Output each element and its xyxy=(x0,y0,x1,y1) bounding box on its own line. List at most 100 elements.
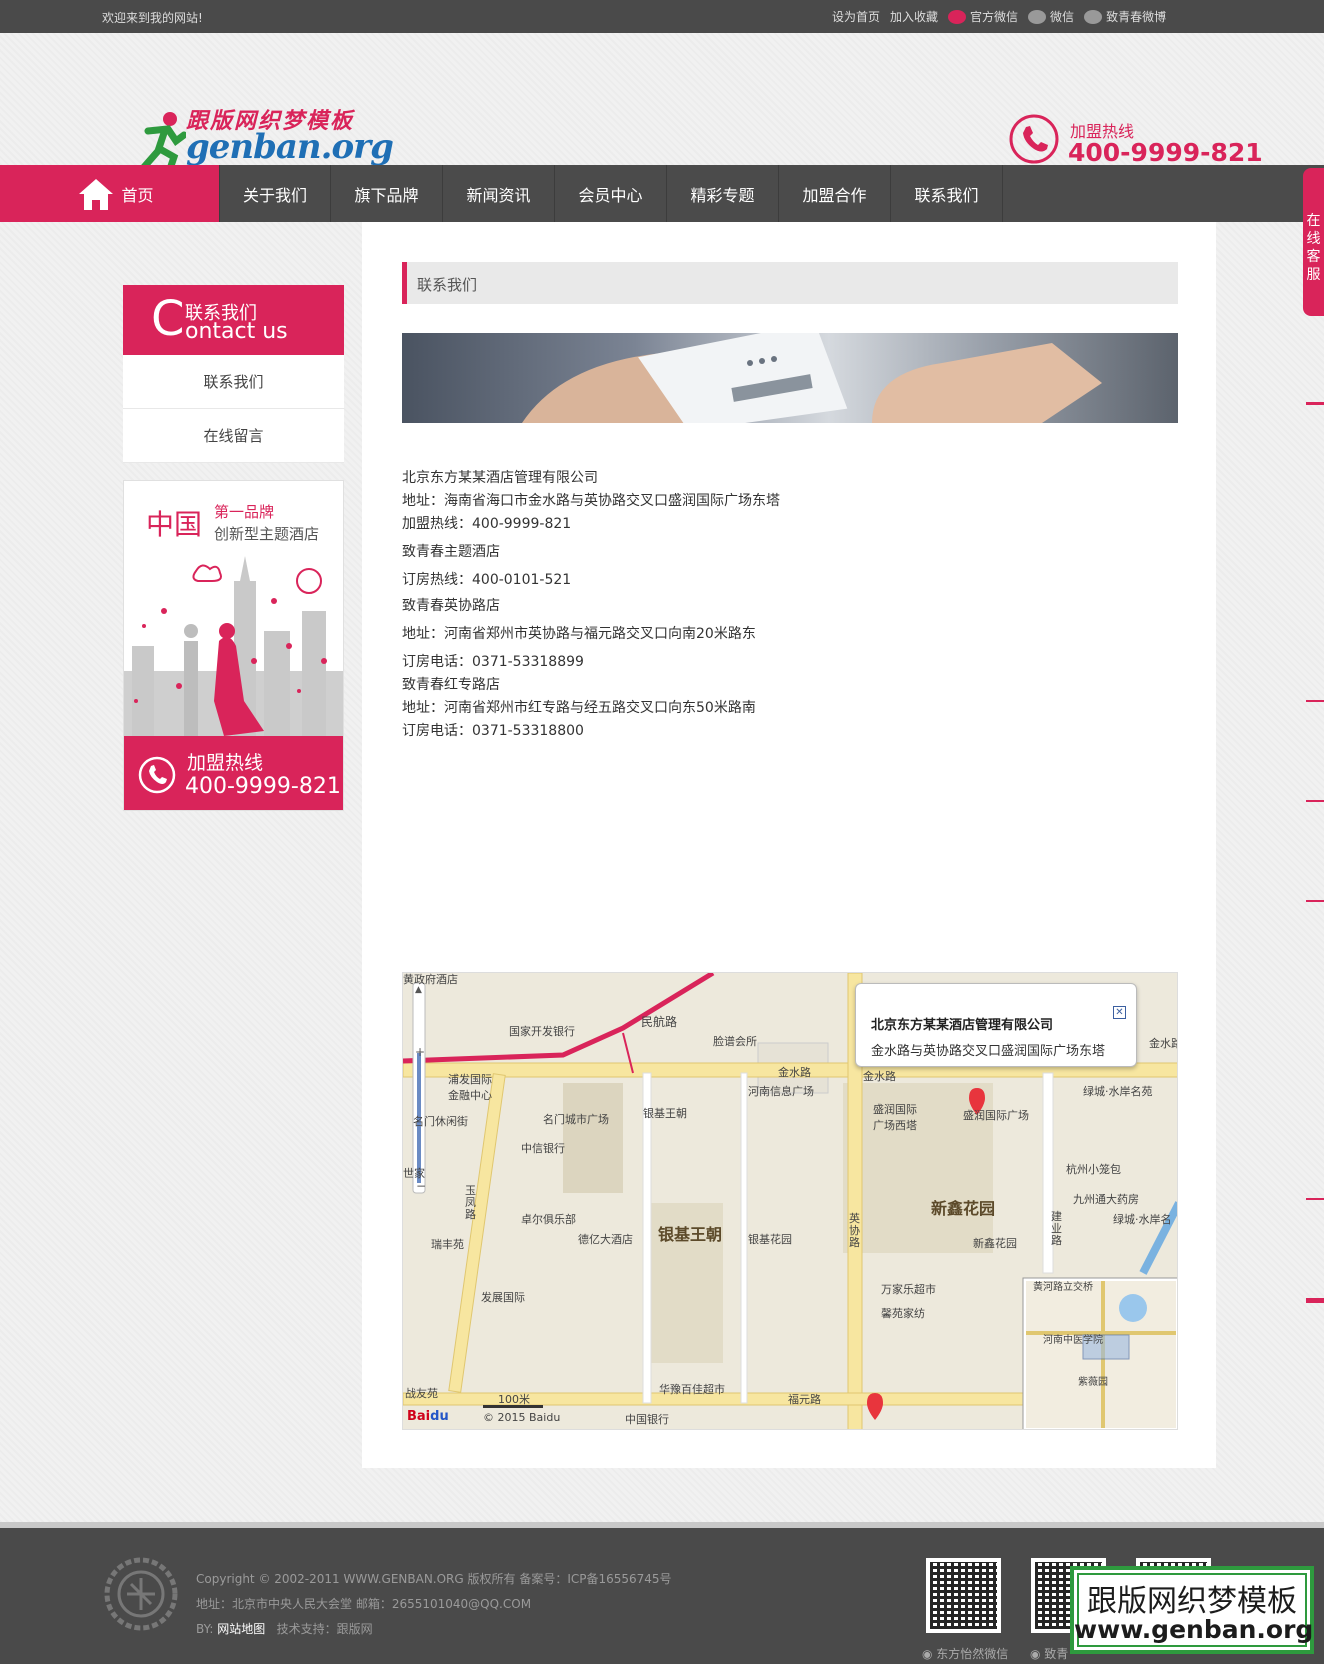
info-line: 致青春红专路店 xyxy=(402,677,500,693)
qr2-label-text: 致青 xyxy=(1044,1647,1069,1661)
map-label: 金水路 xyxy=(863,1070,896,1083)
map-label: 名门休闲街 xyxy=(413,1115,468,1128)
map-label: 银基花园 xyxy=(748,1233,792,1246)
map-label: 金水路 xyxy=(778,1066,811,1079)
sidebar: C 联系我们 ontact us 联系我们 在线留言 xyxy=(123,285,344,463)
sitemap-link[interactable]: 网站地图 xyxy=(217,1622,265,1636)
nav-item-brands[interactable]: 旗下品牌 xyxy=(331,165,443,222)
map-copyright: © 2015 Baidu xyxy=(483,1411,561,1424)
sidebar-heading-letter: C xyxy=(151,291,185,347)
logo-english-text: genban.org xyxy=(186,127,394,167)
nav-item-topics[interactable]: 精彩专题 xyxy=(667,165,779,222)
weibo-link[interactable]: 致青春微博 xyxy=(1084,8,1166,25)
footer-links: BY: 网站地图 技术支持：跟版网 xyxy=(196,1620,373,1637)
map-label: 名门城市广场 xyxy=(543,1113,609,1126)
map-label: 河南中医学院 xyxy=(1043,1335,1103,1346)
weibo-icon xyxy=(1084,9,1103,24)
online-service-label: 在线客服 xyxy=(1306,213,1321,283)
info-line: 地址：河南省郑州市英协路与福元路交叉口向南20米路东 xyxy=(402,626,756,642)
info-line: 地址：河南省郑州市红专路与经五路交叉口向东50米路南 xyxy=(402,700,756,716)
side-divider xyxy=(1306,800,1324,802)
franchise-promo-banner[interactable]: 中国 第一品牌 创新型主题酒店 加盟热线 400-9999-821 xyxy=(123,480,344,811)
map-label: 发展国际 xyxy=(481,1291,525,1304)
map-label: 脸谱会所 xyxy=(713,1035,757,1048)
weibo-label: 致青春微博 xyxy=(1106,10,1167,24)
welcome-text: 欢迎来到我的网站! xyxy=(102,11,203,25)
side-divider xyxy=(1306,700,1324,702)
footer-copyright: Copyright © 2002-2011 WWW.GENBAN.ORG 版权所… xyxy=(196,1572,672,1586)
footer-emblem-icon xyxy=(104,1557,178,1631)
online-service-tab[interactable]: 在线客服 xyxy=(1303,168,1324,316)
map-label: 银基王朝 xyxy=(658,1225,723,1244)
sidebar-item-message[interactable]: 在线留言 xyxy=(123,409,344,463)
phone-icon xyxy=(1009,114,1059,164)
map-info-popup: 北京东方某某酒店管理有限公司 金水路与英协路交叉口盛润国际广场东塔 ✕ xyxy=(855,983,1137,1067)
map-label: 福元路 xyxy=(788,1393,821,1406)
map-label: 华豫百佳超市 xyxy=(659,1383,725,1396)
header-hotline: 加盟热线 400-9999-821 xyxy=(1008,113,1263,169)
info-line: 北京东方某某酒店管理有限公司 xyxy=(402,470,598,486)
sidebar-item-contact[interactable]: 联系我们 xyxy=(123,355,344,409)
zoom-in-icon[interactable]: + xyxy=(415,1045,425,1059)
runner-logo-icon xyxy=(140,112,186,171)
header: 跟版网织梦模板 genban.org 加盟热线 400-9999-821 xyxy=(0,33,1324,171)
promo-hotline-label: 加盟热线 xyxy=(187,752,264,774)
map-label: 战友苑 xyxy=(405,1387,438,1400)
main-nav: 首页 关于我们 旗下品牌 新闻资讯 会员中心 精彩专题 加盟合作 联系我们 xyxy=(0,165,1324,222)
map-label: 浦发国际金融中心 xyxy=(448,1073,492,1102)
wechat-label: 微信 xyxy=(1050,10,1075,24)
genban-watermark: 跟版网织梦模板 www.genban.org xyxy=(1070,1566,1314,1654)
nav-home-label: 首页 xyxy=(121,185,154,205)
nav-item-news[interactable]: 新闻资讯 xyxy=(443,165,555,222)
popup-address: 金水路与英协路交叉口盛润国际广场东塔 xyxy=(871,1044,1106,1059)
set-homepage-link[interactable]: 设为首页 xyxy=(832,8,880,25)
info-line: 订房热线：400-0101-521 xyxy=(402,572,572,588)
close-icon[interactable]: ✕ xyxy=(1113,1006,1126,1019)
official-wechat-link[interactable]: 官方微信 xyxy=(948,8,1018,25)
info-line: 致青春英协路店 xyxy=(402,598,500,614)
map-label: 中信银行 xyxy=(521,1142,565,1155)
breadcrumb: 联系我们 xyxy=(402,262,1178,304)
nav-item-contact[interactable]: 联系我们 xyxy=(891,165,1003,222)
map-label: 银基王朝 xyxy=(643,1107,687,1120)
nav-item-about[interactable]: 关于我们 xyxy=(220,165,331,222)
map-label: 盛润国际广场西塔 xyxy=(873,1103,917,1132)
map-label: 玉凤路 xyxy=(465,1184,476,1221)
map-label: 金水路 xyxy=(1149,1037,1177,1050)
map-label: 新鑫花园 xyxy=(973,1237,1017,1250)
wechat-link[interactable]: 微信 xyxy=(1028,8,1074,25)
zoom-out-icon[interactable]: − xyxy=(416,1179,426,1193)
side-divider xyxy=(1306,1298,1324,1303)
side-divider xyxy=(1306,1198,1324,1200)
side-divider xyxy=(1306,900,1324,902)
map-label: 紫薇园 xyxy=(1078,1377,1108,1388)
promo-hotline-number: 400-9999-821 xyxy=(185,774,341,799)
nav-item-members[interactable]: 会员中心 xyxy=(555,165,667,222)
add-favorite-label: 加入收藏 xyxy=(890,10,939,24)
nav-item-franchise[interactable]: 加盟合作 xyxy=(779,165,891,222)
sidebar-heading-en: ontact us xyxy=(185,319,288,344)
map-pan-up-icon[interactable]: ▲ xyxy=(415,985,422,995)
breadcrumb-label: 联系我们 xyxy=(417,276,478,294)
add-favorite-link[interactable]: 加入收藏 xyxy=(890,8,938,25)
map-label: 馨苑家纺 xyxy=(881,1307,925,1320)
couple-skyline-illustration xyxy=(124,556,343,736)
info-line: 地址：海南省海口市金水路与英协路交叉口盛润国际广场东塔 xyxy=(402,493,780,509)
wechat-icon xyxy=(1028,9,1047,24)
wechat-icon xyxy=(948,9,967,24)
watermark-line-2: www.genban.org xyxy=(1074,1615,1314,1644)
home-icon xyxy=(79,178,114,210)
sidebar-heading: C 联系我们 ontact us xyxy=(123,285,344,355)
site-logo[interactable]: 跟版网织梦模板 genban.org xyxy=(140,71,394,173)
info-line: 订房电话：0371-53318800 xyxy=(402,723,584,739)
map-label: 新鑫花园 xyxy=(931,1199,996,1218)
map-label: 黄河路立交桥 xyxy=(1033,1282,1093,1293)
official-wechat-label: 官方微信 xyxy=(970,10,1019,24)
promo-title-small-1: 第一品牌 xyxy=(214,503,275,521)
top-links: 设为首页 加入收藏 官方微信 微信 致青春微博 xyxy=(832,8,1166,25)
baidu-map[interactable]: 黄政府酒店 金水路 金水路 金水路 民航路 国家开发银行 脸谱会所 浦发国际金融… xyxy=(402,972,1178,1430)
nav-item-home[interactable]: 首页 xyxy=(0,165,220,222)
top-bar: 欢迎来到我的网站! 设为首页 加入收藏 官方微信 微信 致青春微博 xyxy=(0,0,1324,33)
info-line: 订房电话：0371-53318899 xyxy=(402,654,584,670)
promo-title-small-2: 创新型主题酒店 xyxy=(214,525,320,543)
